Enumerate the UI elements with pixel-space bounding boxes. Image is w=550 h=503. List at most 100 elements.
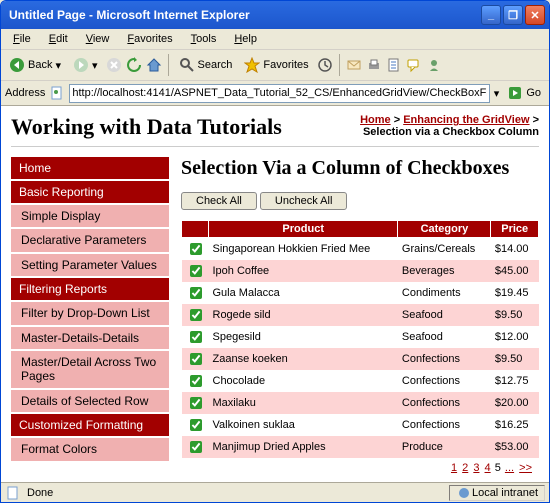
table-row: MaxilakuConfections$20.00 xyxy=(182,392,539,414)
cell-price: $16.25 xyxy=(491,414,539,436)
menu-tools[interactable]: Tools xyxy=(183,31,225,47)
pager-3[interactable]: 3 xyxy=(473,462,479,474)
table-row: ChocoladeConfections$12.75 xyxy=(182,370,539,392)
chevron-down-icon: ▾ xyxy=(92,59,98,72)
cell-category: Confections xyxy=(398,370,491,392)
forward-button[interactable]: ▾ xyxy=(69,55,102,75)
table-row: Rogede sildSeafood$9.50 xyxy=(182,304,539,326)
messenger-icon[interactable] xyxy=(426,57,442,73)
cell-product: Ipoh Coffee xyxy=(209,260,398,282)
minimize-button[interactable]: _ xyxy=(481,5,501,25)
menu-favorites[interactable]: Favorites xyxy=(119,31,180,47)
ie-window: Untitled Page - Microsoft Internet Explo… xyxy=(0,0,550,503)
address-dropdown[interactable]: ▾ xyxy=(494,87,500,100)
go-icon xyxy=(507,85,523,101)
favorites-label: Favorites xyxy=(263,59,308,71)
nav-header[interactable]: Home xyxy=(11,157,169,179)
row-checkbox[interactable] xyxy=(190,419,202,431)
nav-item[interactable]: Master-Details-Details xyxy=(11,327,169,349)
row-checkbox[interactable] xyxy=(190,265,202,277)
row-checkbox[interactable] xyxy=(190,287,202,299)
cell-product: Maxilaku xyxy=(209,392,398,414)
close-button[interactable]: ✕ xyxy=(525,5,545,25)
content-area: Home > Enhancing the GridView > Selectio… xyxy=(1,105,549,482)
nav-item[interactable]: Details of Selected Row xyxy=(11,390,169,412)
edit-icon[interactable] xyxy=(386,57,402,73)
go-button[interactable]: Go xyxy=(503,83,545,103)
table-row: SpegesildSeafood$12.00 xyxy=(182,326,539,348)
row-checkbox[interactable] xyxy=(190,397,202,409)
pager-4[interactable]: 4 xyxy=(485,462,491,474)
history-icon[interactable] xyxy=(317,57,333,73)
intranet-icon xyxy=(456,485,472,501)
status-done: Done xyxy=(27,487,53,499)
cell-category: Produce xyxy=(398,436,491,458)
breadcrumb-home[interactable]: Home xyxy=(360,114,391,126)
cell-product: Zaanse koeken xyxy=(209,348,398,370)
uncheck-all-button[interactable]: Uncheck All xyxy=(260,192,347,210)
pager-1[interactable]: 1 xyxy=(451,462,457,474)
table-row: Manjimup Dried ApplesProduce$53.00 xyxy=(182,436,539,458)
address-label: Address xyxy=(5,87,45,99)
nav-header[interactable]: Customized Formatting xyxy=(11,414,169,436)
pager-dots[interactable]: ... xyxy=(505,462,514,474)
row-checkbox[interactable] xyxy=(190,331,202,343)
search-icon xyxy=(179,57,195,73)
restore-button[interactable]: ❐ xyxy=(503,5,523,25)
row-checkbox[interactable] xyxy=(190,309,202,321)
pager-next[interactable]: >> xyxy=(519,462,532,474)
cell-category: Grains/Cereals xyxy=(398,238,491,261)
cell-price: $45.00 xyxy=(491,260,539,282)
main-panel: Selection Via a Column of Checkboxes Che… xyxy=(181,157,539,482)
nav-item[interactable]: Simple Display xyxy=(11,205,169,227)
stop-icon[interactable] xyxy=(106,57,122,73)
row-checkbox[interactable] xyxy=(190,243,202,255)
cell-product: Valkoinen suklaa xyxy=(209,414,398,436)
table-row: Gula MalaccaCondiments$19.45 xyxy=(182,282,539,304)
pager-2[interactable]: 2 xyxy=(462,462,468,474)
cell-category: Seafood xyxy=(398,304,491,326)
home-icon[interactable] xyxy=(146,57,162,73)
titlebar: Untitled Page - Microsoft Internet Explo… xyxy=(1,1,549,29)
toolbar: Back ▾ ▾ Search Favorites xyxy=(1,49,549,81)
menu-file[interactable]: File xyxy=(5,31,39,47)
menu-help[interactable]: Help xyxy=(226,31,265,47)
nav-header[interactable]: Basic Reporting xyxy=(11,181,169,203)
forward-icon xyxy=(73,57,89,73)
row-checkbox[interactable] xyxy=(190,353,202,365)
nav-item[interactable]: Format Colors xyxy=(11,438,169,460)
search-button[interactable]: Search xyxy=(175,55,237,75)
menu-edit[interactable]: Edit xyxy=(41,31,76,47)
menu-view[interactable]: View xyxy=(78,31,118,47)
row-checkbox[interactable] xyxy=(190,441,202,453)
nav-item[interactable]: Master/Detail Across Two Pages xyxy=(11,351,169,388)
nav-item[interactable]: Setting Parameter Values xyxy=(11,254,169,276)
cell-product: Manjimup Dried Apples xyxy=(209,436,398,458)
nav-item[interactable]: Declarative Parameters xyxy=(11,229,169,251)
page-icon xyxy=(49,85,65,101)
cell-price: $14.00 xyxy=(491,238,539,261)
breadcrumb-enhancing[interactable]: Enhancing the GridView xyxy=(403,114,529,126)
nav-header[interactable]: Filtering Reports xyxy=(11,278,169,300)
mail-icon[interactable] xyxy=(346,57,362,73)
address-input[interactable] xyxy=(69,84,489,103)
table-row: Valkoinen suklaaConfections$16.25 xyxy=(182,414,539,436)
cell-price: $12.00 xyxy=(491,326,539,348)
back-button[interactable]: Back ▾ xyxy=(5,55,65,75)
check-all-button[interactable]: Check All xyxy=(181,192,257,210)
cell-price: $9.50 xyxy=(491,348,539,370)
cell-price: $19.45 xyxy=(491,282,539,304)
print-icon[interactable] xyxy=(366,57,382,73)
nav-item[interactable]: Filter by Drop-Down List xyxy=(11,302,169,324)
cell-product: Spegesild xyxy=(209,326,398,348)
cell-price: $53.00 xyxy=(491,436,539,458)
discuss-icon[interactable] xyxy=(406,57,422,73)
cell-product: Rogede sild xyxy=(209,304,398,326)
row-checkbox[interactable] xyxy=(190,375,202,387)
favorites-button[interactable]: Favorites xyxy=(240,55,312,75)
breadcrumb: Home > Enhancing the GridView > Selectio… xyxy=(360,114,539,138)
cell-product: Singaporean Hokkien Fried Mee xyxy=(209,238,398,261)
refresh-icon[interactable] xyxy=(126,57,142,73)
chevron-down-icon: ▾ xyxy=(55,59,61,72)
breadcrumb-current: Selection via a Checkbox Column xyxy=(363,126,539,138)
